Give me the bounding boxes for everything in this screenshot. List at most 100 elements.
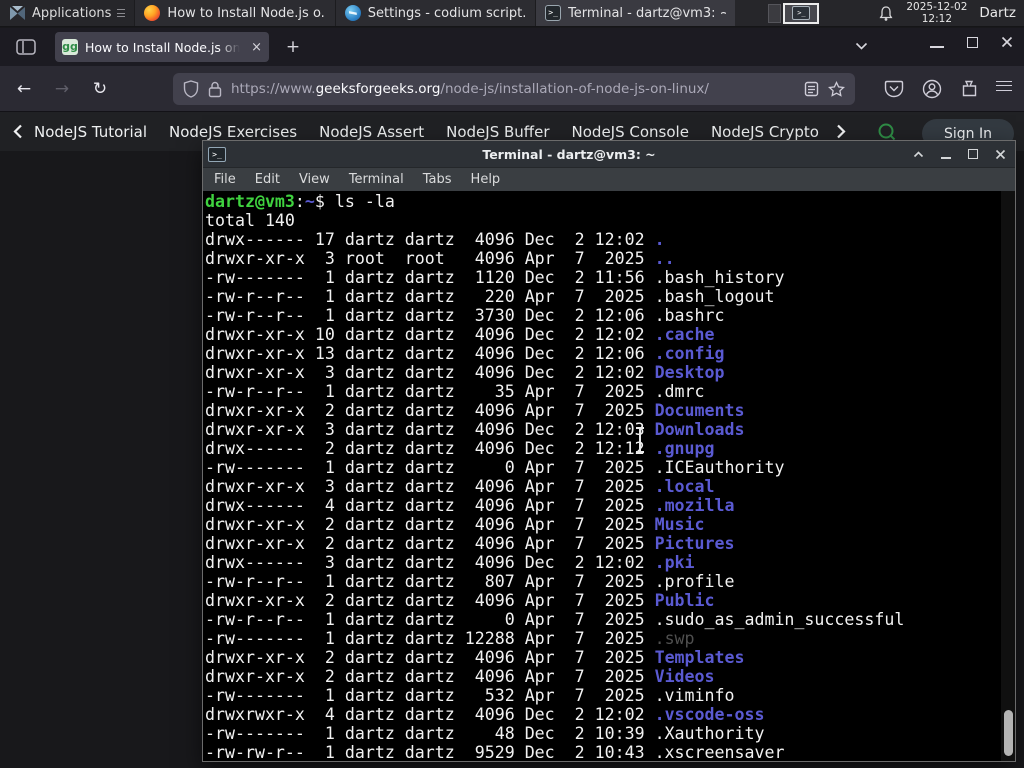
terminal-line: drwxr-xr-x 3 dartz dartz 4096 Apr 7 2025… xyxy=(205,477,1015,496)
terminal-line: drwxr-xr-x 2 dartz dartz 4096 Apr 7 2025… xyxy=(205,648,1015,667)
lock-icon[interactable] xyxy=(208,81,222,98)
terminal-line: drwxr-xr-x 3 dartz dartz 4096 Dec 2 12:0… xyxy=(205,420,1015,439)
terminal-titlebar[interactable]: >_ Terminal - dartz@vm3: ~ xyxy=(203,141,1015,167)
taskbar-window-vscodium[interactable]: Settings - codium script... xyxy=(334,0,536,26)
terminal-maximize-button[interactable] xyxy=(968,149,978,159)
terminal-text-segment: Desktop xyxy=(654,363,725,382)
terminal-text-segment: . xyxy=(654,230,665,249)
terminal-text-segment: Videos xyxy=(654,667,715,686)
terminal-line: drwxr-xr-x 3 dartz dartz 4096 Dec 2 12:0… xyxy=(205,363,1015,382)
nav-link-nodejs-assert[interactable]: NodeJS Assert xyxy=(319,123,424,141)
terminal-line: -rw-r--r-- 1 dartz dartz 807 Apr 7 2025 … xyxy=(205,572,1015,591)
terminal-text-segment: drwxr-xr-x 2 dartz dartz 4096 Apr 7 2025 xyxy=(205,534,655,553)
address-bar[interactable]: https://www.geeksforgeeks.org/node-js/in… xyxy=(173,73,855,105)
url-text[interactable]: https://www.geeksforgeeks.org/node-js/in… xyxy=(231,81,795,97)
terminal-scrollbar[interactable] xyxy=(1001,191,1015,761)
terminal-line: drwxrwxr-x 4 dartz dartz 4096 Dec 2 12:0… xyxy=(205,705,1015,724)
terminal-menu-tabs[interactable]: Tabs xyxy=(423,172,452,187)
terminal-minimize-button[interactable] xyxy=(941,150,951,159)
url-domain: geeksforgeeks.org xyxy=(315,81,441,97)
clock-date: 2025-12-02 xyxy=(906,1,968,13)
workspace-switcher[interactable]: >_ xyxy=(768,0,820,26)
geeksforgeeks-favicon: gg xyxy=(62,39,78,55)
terminal-line: drwxr-xr-x 2 dartz dartz 4096 Apr 7 2025… xyxy=(205,591,1015,610)
terminal-line: -rw-r--r-- 1 dartz dartz 220 Apr 7 2025 … xyxy=(205,287,1015,306)
back-button[interactable]: ← xyxy=(12,77,36,101)
terminal-text-segment: total 140 xyxy=(205,211,295,230)
nav-link-nodejs-console[interactable]: NodeJS Console xyxy=(572,123,689,141)
list-all-tabs-chevron-icon[interactable] xyxy=(855,42,868,50)
terminal-line: -rw-r--r-- 1 dartz dartz 35 Apr 7 2025 .… xyxy=(205,382,1015,401)
browser-tab-bar: gg How to Install Node.js on × + xyxy=(0,28,1024,66)
terminal-text-segment: drwx------ 3 dartz dartz 4096 Dec 2 12:0… xyxy=(205,553,655,572)
terminal-text-segment: drwx------ 4 dartz dartz 4096 Apr 7 2025 xyxy=(205,496,655,515)
clock[interactable]: 2025-12-02 12:12 xyxy=(906,1,967,25)
workspace-2-active[interactable]: >_ xyxy=(783,2,820,24)
nav-scroll-left-icon[interactable] xyxy=(13,124,23,139)
window-minimize-button[interactable] xyxy=(930,36,944,48)
terminal-text-segment: : xyxy=(294,192,305,211)
nav-link-nodejs-buffer[interactable]: NodeJS Buffer xyxy=(446,123,549,141)
search-icon[interactable] xyxy=(877,122,897,142)
extensions-icon[interactable] xyxy=(959,79,978,98)
new-tab-button[interactable]: + xyxy=(282,37,304,59)
terminal-scrollbar-thumb[interactable] xyxy=(1004,710,1013,756)
terminal-output[interactable]: dartz@vm3:~$ ls -la total 140 drwx------ 1… xyxy=(203,191,1015,761)
nav-link-nodejs-tutorial[interactable]: NodeJS Tutorial xyxy=(34,123,147,141)
terminal-menu-terminal[interactable]: Terminal xyxy=(349,172,404,187)
terminal-text-segment: -rw------- 1 dartz dartz 1120 Dec 2 11:5… xyxy=(205,268,785,287)
bookmark-star-icon[interactable] xyxy=(828,81,845,97)
taskbar-window-firefox[interactable]: How to Install Node.js o... xyxy=(134,0,335,26)
terminal-shade-button[interactable] xyxy=(913,150,924,158)
ibeam-cursor xyxy=(636,427,644,453)
tracking-protection-shield-icon[interactable] xyxy=(183,80,199,98)
taskbar-window-terminal[interactable]: >_ Terminal - dartz@vm3: ~ xyxy=(535,0,736,26)
window-maximize-button[interactable] xyxy=(967,37,978,48)
terminal-line: drwxr-xr-x 3 root root 4096 Apr 7 2025 .… xyxy=(205,249,1015,268)
browser-tab-active[interactable]: gg How to Install Node.js on × xyxy=(55,32,269,62)
terminal-text-segment: drwxr-xr-x 2 dartz dartz 4096 Apr 7 2025 xyxy=(205,401,655,420)
pocket-icon[interactable] xyxy=(884,79,904,99)
terminal-line: drwx------ 3 dartz dartz 4096 Dec 2 12:0… xyxy=(205,553,1015,572)
nav-link-nodejs-crypto[interactable]: NodeJS Crypto xyxy=(711,123,819,141)
terminal-menu-file[interactable]: File xyxy=(214,172,236,187)
url-path: /node-js/installation-of-node-js-on-linu… xyxy=(440,81,709,97)
taskbar-windows: How to Install Node.js o... Settings - co… xyxy=(134,0,736,26)
nav-link-nodejs-exercises[interactable]: NodeJS Exercises xyxy=(169,123,297,141)
workspace-1[interactable] xyxy=(768,3,782,23)
menu-hamburger-icon[interactable] xyxy=(996,81,1012,91)
nav-scroll-right-icon[interactable] xyxy=(836,124,846,139)
tab-close-icon[interactable]: × xyxy=(251,41,262,54)
reload-button[interactable]: ↻ xyxy=(88,77,112,101)
terminal-text-segment: .cache xyxy=(654,325,715,344)
terminal-text-segment: drwxr-xr-x 10 dartz dartz 4096 Dec 2 12:… xyxy=(205,325,655,344)
terminal-text-segment: drwxr-xr-x 2 dartz dartz 4096 Apr 7 2025 xyxy=(205,591,655,610)
terminal-icon: >_ xyxy=(545,5,562,21)
terminal-close-button[interactable] xyxy=(995,149,1006,160)
terminal-mini-icon: >_ xyxy=(792,6,811,20)
terminal-text-segment: drwxr-xr-x 3 dartz dartz 4096 Dec 2 12:0… xyxy=(205,420,655,439)
terminal-line: drwxr-xr-x 2 dartz dartz 4096 Apr 7 2025… xyxy=(205,534,1015,553)
account-icon[interactable] xyxy=(922,79,942,99)
forward-button[interactable]: → xyxy=(50,77,74,101)
terminal-text-segment: Templates xyxy=(654,648,745,667)
terminal-text-segment: -rw-rw-r-- 1 dartz dartz 9529 Dec 2 10:4… xyxy=(205,743,785,761)
terminal-line: drwx------ 17 dartz dartz 4096 Dec 2 12:… xyxy=(205,230,1015,249)
terminal-text-segment: Downloads xyxy=(654,420,745,439)
terminal-menu-edit[interactable]: Edit xyxy=(255,172,280,187)
terminal-menu-help[interactable]: Help xyxy=(471,172,501,187)
window-close-button[interactable] xyxy=(1001,36,1013,48)
vscodium-icon xyxy=(344,5,361,21)
applications-menu-button[interactable]: Applications xyxy=(0,0,134,26)
terminal-text-segment: .pki xyxy=(654,553,695,572)
reader-view-icon[interactable] xyxy=(804,81,819,97)
terminal-line: drwx------ 4 dartz dartz 4096 Apr 7 2025… xyxy=(205,496,1015,515)
terminal-text-segment: drwxr-xr-x 13 dartz dartz 4096 Dec 2 12:… xyxy=(205,344,655,363)
notification-bell-icon[interactable] xyxy=(878,5,894,22)
terminal-menu-view[interactable]: View xyxy=(299,172,330,187)
terminal-text-segment: drwx------ 17 dartz dartz 4096 Dec 2 12:… xyxy=(205,230,655,249)
distro-logo-icon xyxy=(10,5,25,20)
terminal-line: drwxr-xr-x 2 dartz dartz 4096 Apr 7 2025… xyxy=(205,667,1015,686)
user-menu[interactable]: Dartz xyxy=(979,5,1016,21)
firefox-view-icon[interactable] xyxy=(16,39,36,55)
